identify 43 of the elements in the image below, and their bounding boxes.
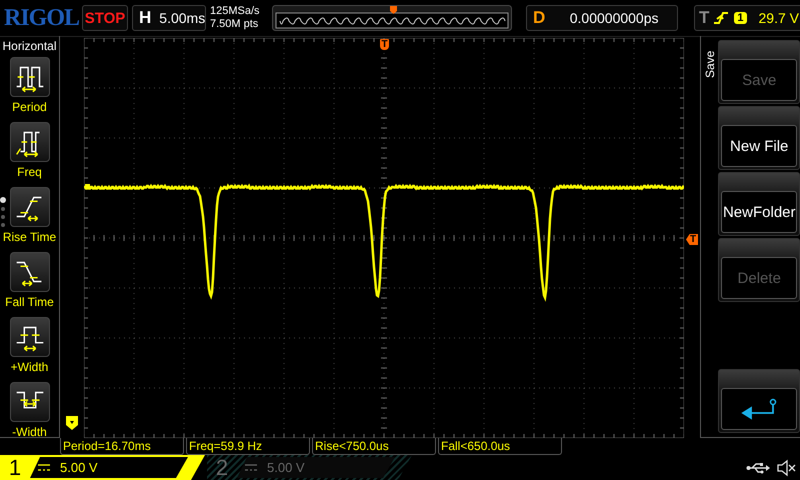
sample-rate: 125MSa/s xyxy=(210,5,261,18)
channel-scale: 5.00 V xyxy=(267,460,305,475)
trigger-label: T xyxy=(698,8,710,28)
trigger-source: 1 xyxy=(734,12,747,24)
menu-button[interactable]: NewFolder xyxy=(718,172,800,236)
trigger-position-marker: T xyxy=(380,39,389,50)
measurement-readout: Fall<650.0us xyxy=(438,438,562,455)
ground-marker xyxy=(66,416,78,430)
speaker-muted-icon xyxy=(776,458,796,476)
menu-title: Horizontal xyxy=(1,38,58,55)
measure-label: Freq xyxy=(17,165,42,179)
channel-indicator[interactable]: 2 5.00 V xyxy=(207,455,412,480)
memory-depth: 7.50M pts xyxy=(210,18,260,31)
measure-button[interactable] xyxy=(10,252,50,292)
run-stop-status[interactable]: STOP xyxy=(82,5,128,31)
measure-button[interactable] xyxy=(10,122,50,162)
measure-label: +Width xyxy=(10,360,48,374)
timebase-label: H xyxy=(138,8,152,28)
delay-value: 0.00000000ps xyxy=(568,10,660,26)
channel-number: 1 xyxy=(8,454,22,480)
trigger-level-marker: T xyxy=(686,234,698,245)
channel-scale: 5.00 V xyxy=(60,460,98,475)
usb-icon xyxy=(746,462,770,474)
menu-title: Save xyxy=(702,50,717,78)
channel-offset-marker xyxy=(85,184,90,189)
dc-coupling-icon xyxy=(245,464,257,472)
measure-button[interactable] xyxy=(10,187,50,227)
channel-number: 2 xyxy=(214,454,230,480)
trigger-level: 29.7 V xyxy=(758,10,800,26)
brand-logo: RIGOL xyxy=(4,4,78,32)
delay-label: D xyxy=(532,8,546,28)
measure-button[interactable] xyxy=(10,382,50,422)
measure-button[interactable] xyxy=(10,57,50,97)
measure-label: Period xyxy=(12,100,47,114)
timebase-value: 5.00ms xyxy=(158,10,206,26)
menu-button[interactable]: New File xyxy=(718,106,800,170)
dc-coupling-icon xyxy=(38,464,50,472)
channel-indicator[interactable]: 1 5.00 V xyxy=(0,455,205,480)
measure-label: Rise Time xyxy=(2,230,56,244)
measure-label: Fall Time xyxy=(5,295,54,309)
measure-label: -Width xyxy=(12,425,47,439)
back-button[interactable] xyxy=(718,369,800,433)
measure-button[interactable] xyxy=(10,317,50,357)
